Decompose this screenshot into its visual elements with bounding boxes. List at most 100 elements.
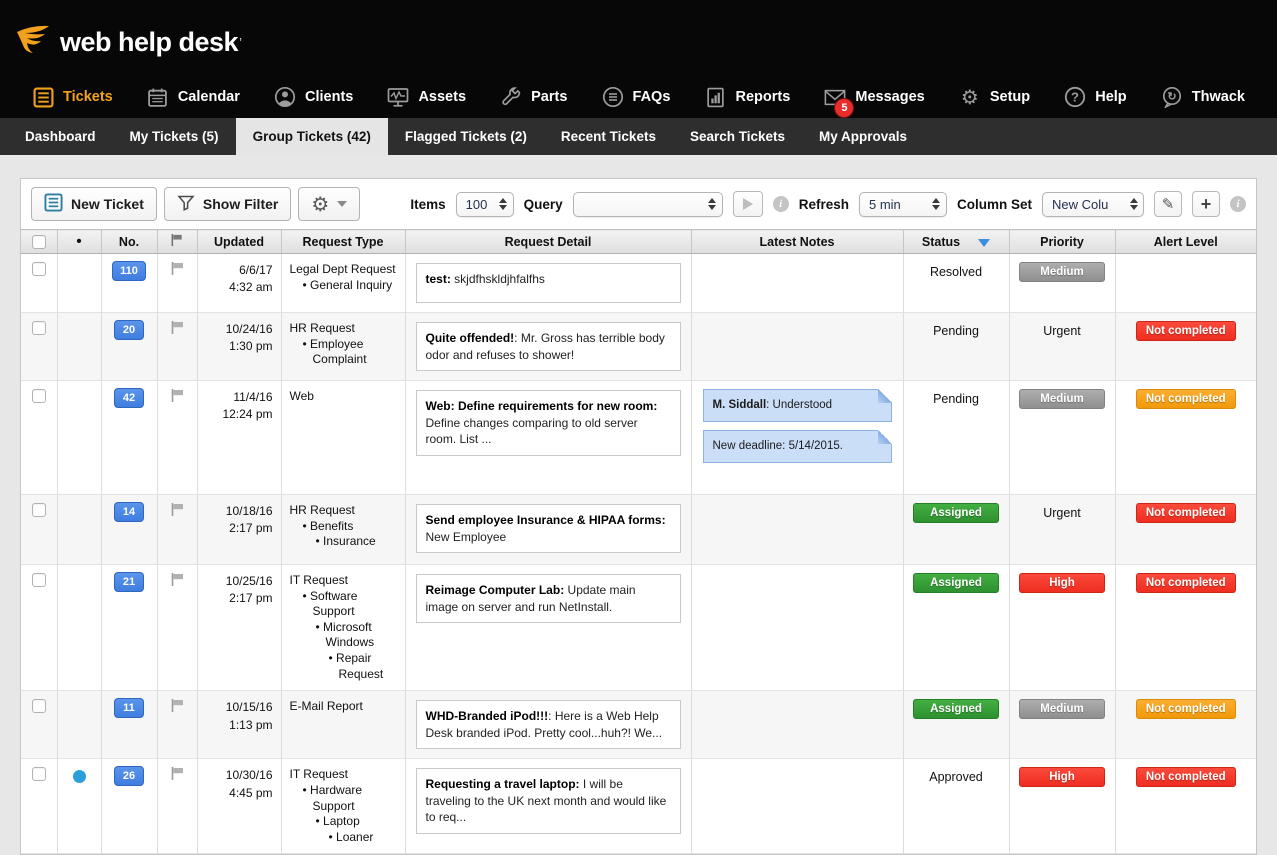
tab-recent-tickets[interactable]: Recent Tickets	[544, 118, 673, 155]
nav-item-parts[interactable]: Parts	[500, 86, 567, 108]
stepper-icon	[932, 197, 941, 211]
ticket-number-badge[interactable]: 20	[114, 320, 144, 340]
chevron-down-icon	[337, 201, 347, 207]
row-checkbox[interactable]	[32, 389, 46, 403]
nav-item-clients[interactable]: Clients	[274, 86, 353, 108]
row-checkbox[interactable]	[32, 767, 46, 781]
column-header-flag[interactable]	[157, 230, 197, 254]
select-all-checkbox[interactable]	[32, 235, 46, 249]
column-header-latest-notes[interactable]: Latest Notes	[691, 230, 903, 254]
column-header-unread[interactable]: •	[57, 230, 101, 254]
tab-group-tickets-42[interactable]: Group Tickets (42)	[236, 118, 388, 155]
add-column-set-button[interactable]: +	[1192, 191, 1220, 217]
cell-unread	[57, 313, 101, 381]
row-checkbox[interactable]	[32, 262, 46, 276]
cell-alert-level: Not completed	[1115, 381, 1256, 495]
nav-item-thwack[interactable]: ↻Thwack	[1161, 86, 1245, 108]
nav-item-messages[interactable]: 5Messages	[824, 86, 924, 108]
column-header-status[interactable]: Status	[903, 230, 1009, 254]
ticket-number-badge[interactable]: 26	[114, 766, 144, 786]
refresh-select[interactable]: 5 min	[859, 192, 947, 217]
cell-updated: 6/6/174:32 am	[197, 254, 281, 313]
cell-latest-notes	[691, 254, 903, 313]
request-detail-box[interactable]: Send employee Insurance & HIPAA forms: N…	[416, 504, 681, 553]
nav-item-label: Parts	[531, 89, 567, 105]
nav-item-tickets[interactable]: Tickets	[32, 86, 113, 108]
cell-alert-level	[1115, 254, 1256, 313]
flag-icon[interactable]	[170, 261, 185, 281]
request-detail-box[interactable]: test: skjdfhskldjhfalfhs	[416, 263, 681, 303]
cell-latest-notes	[691, 313, 903, 381]
alert-level-badge: Not completed	[1136, 699, 1236, 719]
column-header-alert-level[interactable]: Alert Level	[1115, 230, 1256, 254]
edit-column-set-button[interactable]: ✎	[1154, 191, 1182, 217]
row-checkbox[interactable]	[32, 573, 46, 587]
request-detail-box[interactable]: Requesting a travel laptop: I will be tr…	[416, 768, 681, 834]
updated-date: 10/24/16	[200, 321, 273, 338]
tab-search-tickets[interactable]: Search Tickets	[673, 118, 802, 155]
app-logo[interactable]: web help desk ’	[16, 24, 242, 61]
items-select[interactable]: 100	[456, 192, 514, 217]
toolbar: New Ticket Show Filter ⚙ Items 100	[21, 179, 1256, 229]
column-set-select[interactable]: New Colu	[1042, 192, 1144, 217]
ticket-number-badge[interactable]: 11	[114, 698, 144, 718]
run-query-button[interactable]	[733, 191, 763, 217]
query-info-icon[interactable]: i	[773, 196, 789, 212]
priority-badge: High	[1019, 767, 1105, 787]
ticket-number-badge[interactable]: 14	[114, 502, 144, 522]
gear-menu-button[interactable]: ⚙	[298, 187, 360, 221]
nav-item-setup[interactable]: ⚙Setup	[959, 86, 1030, 108]
row-checkbox[interactable]	[32, 699, 46, 713]
flag-icon[interactable]	[170, 502, 185, 522]
nav-item-reports[interactable]: Reports	[705, 86, 791, 108]
query-select[interactable]	[573, 192, 723, 217]
ticket-number-badge[interactable]: 21	[114, 572, 144, 592]
ticket-number-badge[interactable]: 110	[112, 261, 146, 281]
select-all-header[interactable]	[21, 230, 57, 254]
status-text: Pending	[933, 392, 979, 406]
request-detail-box[interactable]: Quite offended!: Mr. Gross has terrible …	[416, 322, 681, 371]
request-detail-box[interactable]: Reimage Computer Lab: Update main image …	[416, 574, 681, 623]
column-header-request-type[interactable]: Request Type	[281, 230, 405, 254]
nav-item-assets[interactable]: Assets	[387, 86, 466, 108]
column-header-request-detail[interactable]: Request Detail	[405, 230, 691, 254]
request-type-line: • Loaner	[290, 830, 401, 846]
stepper-icon	[499, 197, 508, 211]
column-header-no[interactable]: No.	[101, 230, 157, 254]
request-type-line: • Repair Request	[290, 651, 401, 682]
flag-icon[interactable]	[170, 572, 185, 592]
tab-my-approvals[interactable]: My Approvals	[802, 118, 924, 155]
request-detail-box[interactable]: WHD-Branded iPod!!!: Here is a Web Help …	[416, 700, 681, 749]
ticket-row-20: 2010/24/161:30 pmHR Request• Employee Co…	[21, 313, 1256, 381]
cell-flag	[157, 381, 197, 495]
messages-count-badge: 5	[835, 99, 853, 117]
tab-dashboard[interactable]: Dashboard	[8, 118, 113, 155]
cell-request-detail: WHD-Branded iPod!!!: Here is a Web Help …	[405, 691, 691, 759]
cell-status: Assigned	[903, 691, 1009, 759]
flag-icon[interactable]	[170, 388, 185, 408]
request-type-line: • Hardware Support	[290, 783, 401, 814]
nav-item-calendar[interactable]: Calendar	[147, 86, 240, 108]
priority-text: Urgent	[1043, 324, 1081, 338]
nav-item-label: Messages	[855, 89, 924, 105]
request-type-line: • Benefits	[290, 519, 401, 535]
cell-priority: Medium	[1009, 381, 1115, 495]
tab-flagged-tickets-2[interactable]: Flagged Tickets (2)	[388, 118, 544, 155]
nav-item-faqs[interactable]: FAQs	[602, 86, 671, 108]
tab-my-tickets-5[interactable]: My Tickets (5)	[113, 118, 236, 155]
new-ticket-button[interactable]: New Ticket	[31, 187, 157, 221]
cell-flag	[157, 691, 197, 759]
row-checkbox[interactable]	[32, 503, 46, 517]
flag-icon[interactable]	[170, 320, 185, 340]
column-header-priority[interactable]: Priority	[1009, 230, 1115, 254]
column-set-info-icon[interactable]: i	[1230, 196, 1246, 212]
ticket-number-badge[interactable]: 42	[114, 388, 144, 408]
cell-updated: 10/30/164:45 pm	[197, 759, 281, 854]
nav-item-help[interactable]: ?Help	[1064, 86, 1126, 108]
flag-icon[interactable]	[170, 766, 185, 786]
column-header-updated[interactable]: Updated	[197, 230, 281, 254]
request-detail-box[interactable]: Web: Define requirements for new room: D…	[416, 390, 681, 456]
flag-icon[interactable]	[170, 698, 185, 718]
show-filter-button[interactable]: Show Filter	[164, 187, 291, 221]
row-checkbox[interactable]	[32, 321, 46, 335]
